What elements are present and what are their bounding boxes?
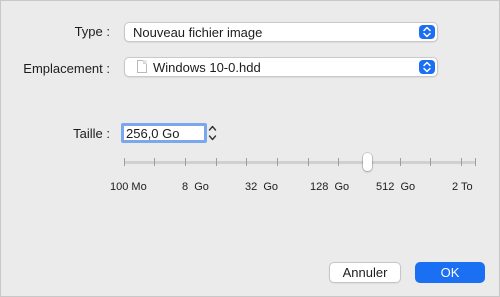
ok-button[interactable]: OK [415,262,485,283]
slider-tick [277,158,278,166]
size-slider-thumb[interactable] [363,153,372,171]
slider-tick [461,158,462,166]
type-popup-value: Nouveau fichier image [133,25,263,40]
slider-tick [475,158,476,166]
size-input[interactable]: 256,0 Go [121,123,207,143]
location-label: Emplacement : [23,61,110,76]
dialog-frame [0,0,500,297]
size-label: Taille : [73,126,110,141]
size-input-value: 256,0 Go [126,126,180,141]
slider-tick [338,158,339,166]
slider-tick-label: 128 Go [310,181,350,193]
cancel-button[interactable]: Annuler [329,262,401,283]
slider-tick [400,158,401,166]
slider-tick [154,158,155,166]
slider-tick [430,158,431,166]
size-stepper[interactable] [206,123,219,143]
slider-tick-label: 100 Mo [110,181,147,193]
type-popup[interactable]: Nouveau fichier image [124,22,438,42]
location-popup-value: Windows 10-0.hdd [153,60,261,75]
slider-tick [308,158,309,166]
slider-tick [216,158,217,166]
location-popup[interactable]: Windows 10-0.hdd [124,57,438,77]
type-label: Type : [74,24,110,39]
stepper-arrows-icon [208,125,217,141]
size-slider-track[interactable] [124,161,476,164]
slider-tick [124,158,125,166]
popup-arrows-icon [419,25,435,39]
slider-tick-label: 2 To [452,181,473,193]
slider-tick [185,158,186,166]
slider-tick-label: 32 Go [245,181,279,193]
popup-arrows-icon [419,60,435,74]
slider-tick-label: 8 Go [182,181,209,193]
slider-tick-label: 512 Go [376,181,416,193]
document-icon [137,60,147,73]
slider-tick [246,158,247,166]
